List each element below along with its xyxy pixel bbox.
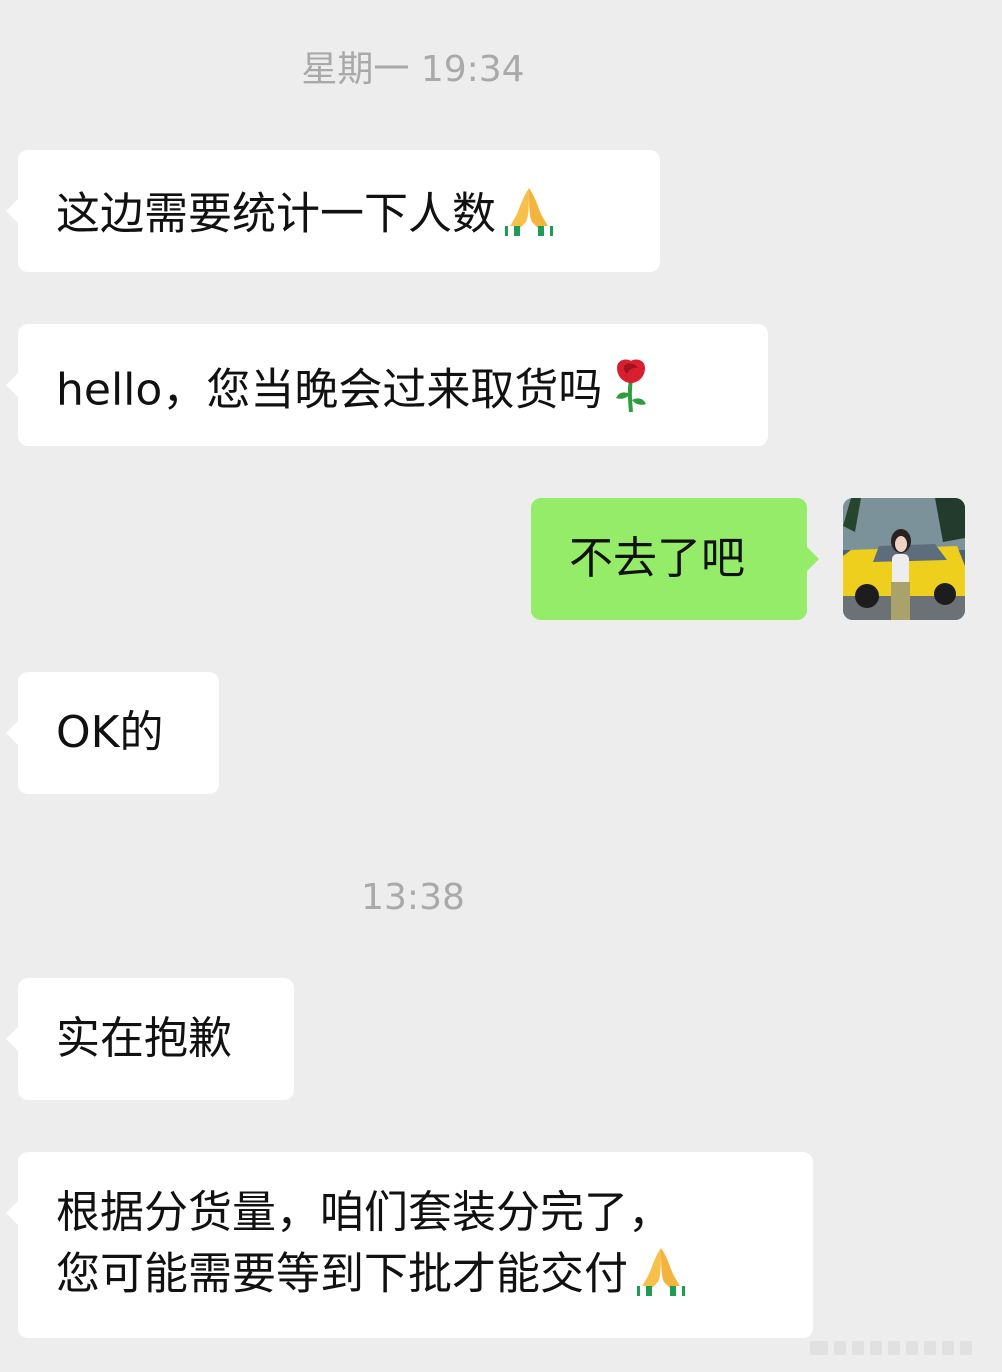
message-bubble-outgoing[interactable]: 不去了吧 <box>531 498 819 620</box>
message-bubble-incoming[interactable]: hello，您当晚会过来取货吗 <box>6 324 768 446</box>
message-bubble-incoming[interactable]: 这边需要统计一下人数 <box>6 150 660 272</box>
message-text: 这边需要统计一下人数 <box>56 188 496 240</box>
watermark-logo <box>810 1338 980 1360</box>
message-text: 实在抱歉 <box>56 1013 232 1064</box>
chat-timestamp: 星期一 19:34 <box>301 49 525 90</box>
message-text: OK的 <box>56 707 164 758</box>
folded-hands-icon <box>502 182 556 251</box>
message-text: hello，您当晚会过来取货吗 <box>56 364 603 416</box>
message-bubble-incoming[interactable]: OK的 <box>6 672 219 794</box>
message-text: 不去了吧 <box>569 533 745 584</box>
folded-hands-icon <box>634 1242 688 1311</box>
message-bubble-incoming[interactable]: 根据分货量，咱们套装分完了， 您可能需要等到下批才能交付 <box>6 1152 813 1338</box>
avatar[interactable] <box>843 498 965 620</box>
chat-timestamp: 13:38 <box>361 877 465 918</box>
message-text-line: 您可能需要等到下批才能交付 <box>56 1242 775 1311</box>
message-bubble-incoming[interactable]: 实在抱歉 <box>6 978 294 1100</box>
message-text-line: 根据分货量，咱们套装分完了， <box>56 1187 672 1238</box>
rose-icon <box>608 356 654 429</box>
